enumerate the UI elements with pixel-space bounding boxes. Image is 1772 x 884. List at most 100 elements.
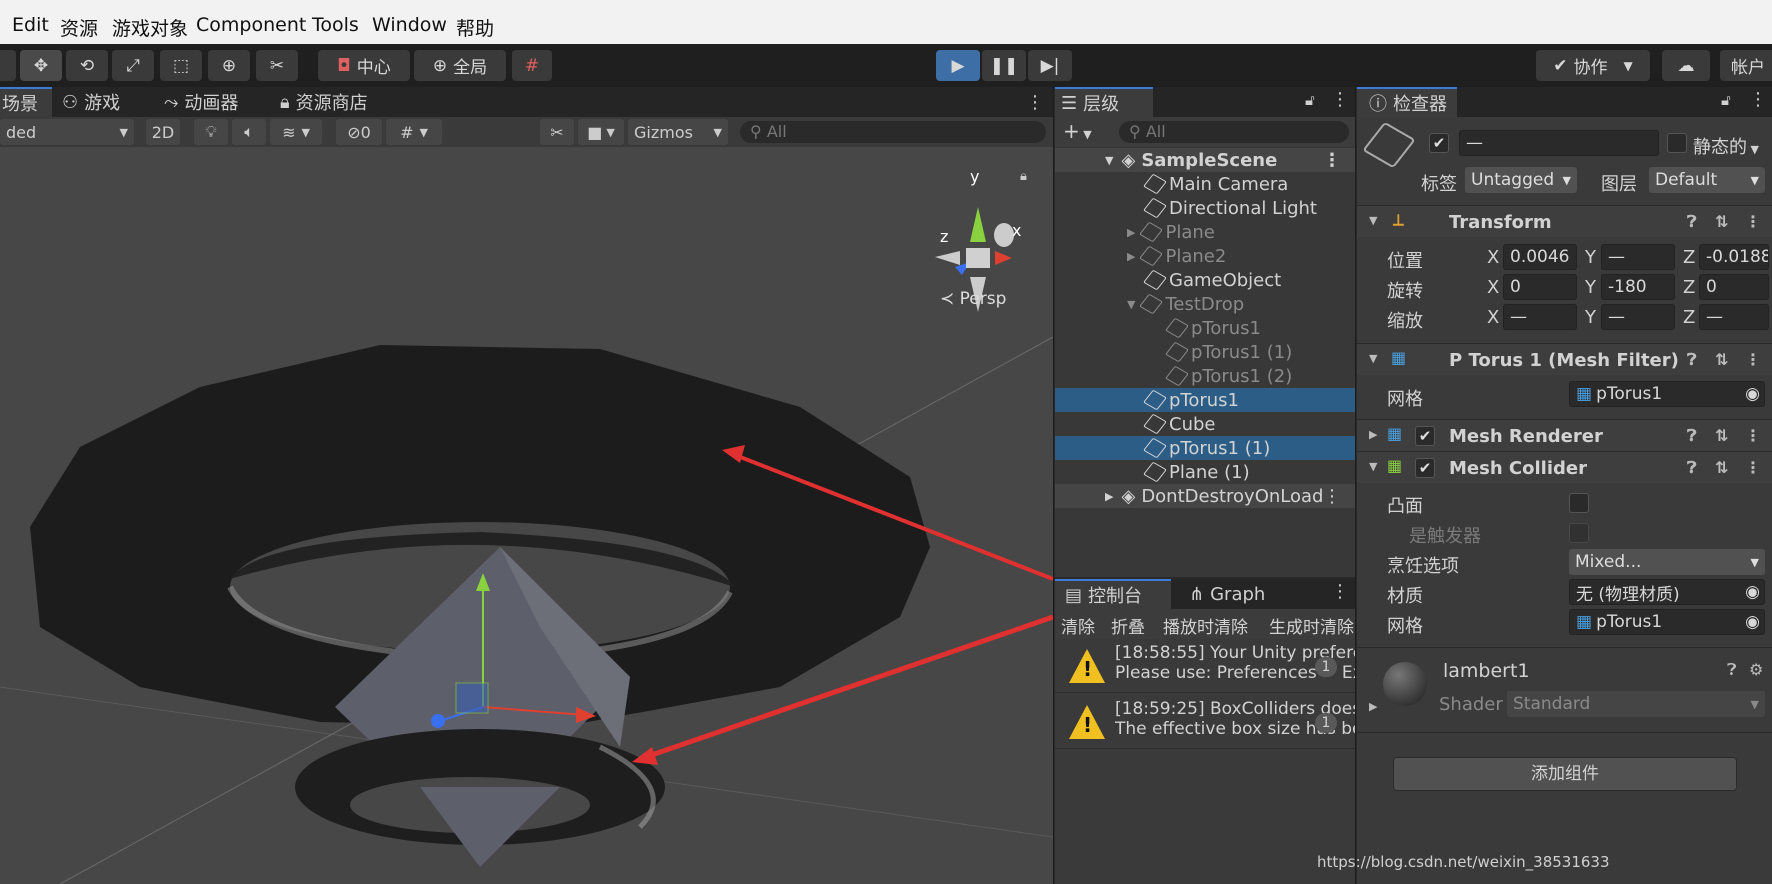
cloud-button[interactable]: ☁ <box>1662 50 1710 81</box>
help-icon[interactable]: ❓︎ <box>1687 212 1697 232</box>
list-item[interactable]: ▼ TestDrop <box>1055 292 1355 316</box>
add-component-button[interactable]: 添加组件 <box>1393 757 1737 791</box>
tab-scene[interactable]: 场景 <box>0 87 52 117</box>
kebab-icon[interactable]: ⋮ <box>1745 350 1761 369</box>
physic-material-field[interactable]: 无 (物理材质) ◉ <box>1569 579 1765 605</box>
list-item[interactable]: pTorus1 (1) <box>1055 340 1355 364</box>
add-object-button[interactable]: + ▼ <box>1063 119 1092 143</box>
tag-dropdown[interactable]: Untagged ▼ <box>1465 167 1577 193</box>
help-icon[interactable]: ❓︎ <box>1687 426 1697 446</box>
collapse-button[interactable]: 折叠 <box>1111 613 1145 638</box>
menu-edit[interactable]: Edit <box>12 14 49 36</box>
lock-icon[interactable]: 🔓︎ <box>1721 91 1731 109</box>
mesh-renderer-header[interactable]: ▶ ▦ ✔ Mesh Renderer ❓︎ ⇅ ⋮ <box>1357 419 1772 451</box>
camera-dropdown[interactable]: ■ ▼ <box>578 119 624 145</box>
kebab-icon[interactable]: ⋮ <box>1745 212 1761 231</box>
scene-viewport[interactable]: y x z 🔒︎ ≺ Persp <box>0 147 1053 884</box>
scene-root-row[interactable]: ▼ ◈ SampleScene ⋮ <box>1055 148 1355 172</box>
name-field[interactable]: — <box>1459 130 1659 156</box>
mesh-renderer-enabled-checkbox[interactable]: ✔ <box>1415 426 1435 446</box>
help-icon[interactable]: ❓︎ <box>1727 660 1737 680</box>
kebab-icon[interactable]: ⋮ <box>1323 485 1341 507</box>
custom-tool-button[interactable]: ✂ <box>256 50 298 81</box>
tab-inspector[interactable]: ⓘ 检查器 <box>1357 87 1457 117</box>
menu-component[interactable]: Component <box>196 14 306 36</box>
kebab-icon[interactable]: ⋮ <box>1331 89 1349 110</box>
pivot-toggle[interactable]: ◘ 中心 <box>318 50 410 81</box>
tab-asset-store[interactable]: 🔒︎ 资源商店 <box>280 87 368 117</box>
list-item[interactable]: pTorus1 (1) <box>1055 436 1355 460</box>
menu-assets[interactable]: 资源 <box>60 14 98 41</box>
presets-icon[interactable]: ⇅ <box>1715 426 1728 445</box>
scene-search-input[interactable]: ⚲ All <box>740 121 1046 143</box>
list-item[interactable]: pTorus1 <box>1055 316 1355 340</box>
target-icon[interactable]: ◉ <box>1745 582 1760 602</box>
hand-tool-button[interactable] <box>0 50 16 81</box>
list-item[interactable]: ▶ Plane2 <box>1055 244 1355 268</box>
clear-button[interactable]: 清除 <box>1061 613 1095 638</box>
gizmos-dropdown[interactable]: Gizmos ▼ <box>628 119 728 145</box>
menu-gameobject[interactable]: 游戏对象 <box>112 14 188 41</box>
kebab-icon[interactable]: ⋮ <box>1331 581 1349 602</box>
position-z-field[interactable]: -0.0188 <box>1699 244 1769 270</box>
scene-menu-button[interactable]: ⋮ <box>1026 87 1044 117</box>
lock-icon[interactable]: 🔒︎ <box>1020 169 1027 184</box>
convex-checkbox[interactable] <box>1569 493 1589 513</box>
audio-toggle[interactable]: 🔈︎ <box>232 119 266 145</box>
persp-label[interactable]: ≺ Persp <box>940 289 1006 309</box>
mesh-filter-header[interactable]: ▼ ▦ P Torus 1 (Mesh Filter) ❓︎ ⇅ ⋮ <box>1357 343 1772 375</box>
target-icon[interactable]: ◉ <box>1745 384 1760 404</box>
kebab-icon[interactable]: ⋮ <box>1745 426 1761 445</box>
mesh-collider-enabled-checkbox[interactable]: ✔ <box>1415 458 1435 478</box>
mesh-collider-header[interactable]: ▼ ▦ ✔ Mesh Collider ❓︎ ⇅ ⋮ <box>1357 451 1772 483</box>
list-item[interactable]: GameObject <box>1055 268 1355 292</box>
scale-tool-button[interactable]: ⤢ <box>112 50 154 81</box>
snap-toggle[interactable]: # <box>512 50 552 81</box>
list-item[interactable]: Main Camera <box>1055 172 1355 196</box>
global-toggle[interactable]: ⊕ 全局 <box>414 50 506 81</box>
clear-on-build-button[interactable]: 生成时清除 <box>1269 613 1354 638</box>
help-icon[interactable]: ❓︎ <box>1687 458 1697 478</box>
rotate-tool-button[interactable]: ⟲ <box>66 50 108 81</box>
dontdestroy-row[interactable]: ▶ ◈ DontDestroyOnLoad ⋮ <box>1055 484 1355 508</box>
presets-icon[interactable]: ⇅ <box>1715 212 1728 231</box>
scale-x-field[interactable]: — <box>1503 304 1577 330</box>
menu-window[interactable]: Window <box>372 14 447 36</box>
help-icon[interactable]: ❓︎ <box>1687 350 1697 370</box>
collider-mesh-field[interactable]: ▦ pTorus1 ◉ <box>1569 609 1765 635</box>
step-button[interactable]: ▶| <box>1028 50 1072 81</box>
presets-icon[interactable]: ⇅ <box>1715 458 1728 477</box>
effects-dropdown[interactable]: ≋ ▼ <box>270 119 322 145</box>
kebab-icon[interactable]: ⋮ <box>1749 89 1767 110</box>
trigger-checkbox[interactable] <box>1569 523 1589 543</box>
mode-2d-toggle[interactable]: 2D <box>146 119 180 145</box>
rotation-y-field[interactable]: -180 <box>1601 274 1675 300</box>
log-entry[interactable]: [18:58:55] Your Unity preferences Please… <box>1055 639 1355 693</box>
list-item[interactable]: ▶ Plane <box>1055 220 1355 244</box>
tab-game[interactable]: ⚇ 游戏 <box>62 87 120 117</box>
material-section[interactable]: ▶ lambert1 Shader Standard ▼ ❓︎ ⚙ <box>1357 647 1772 733</box>
rect-tool-button[interactable]: ⬚ <box>160 50 202 81</box>
shader-dropdown[interactable]: Standard ▼ <box>1507 691 1765 717</box>
list-item[interactable]: pTorus1 <box>1055 388 1355 412</box>
log-entry[interactable]: [18:59:25] BoxColliders does n The effec… <box>1055 695 1355 749</box>
lock-icon[interactable]: 🔓︎ <box>1305 91 1315 109</box>
clear-on-play-button[interactable]: 播放时清除 <box>1163 613 1248 638</box>
shading-mode-dropdown[interactable]: ded ▼ <box>0 119 134 145</box>
static-label[interactable]: 静态的 ▼ <box>1693 133 1759 159</box>
static-checkbox[interactable] <box>1667 133 1687 153</box>
tab-hierarchy[interactable]: ☰ 层级 <box>1055 87 1153 117</box>
target-icon[interactable]: ◉ <box>1745 612 1760 632</box>
lighting-toggle[interactable]: 💡︎ <box>194 119 228 145</box>
scale-z-field[interactable]: — <box>1699 304 1769 330</box>
layer-dropdown[interactable]: Default ▼ <box>1649 167 1765 193</box>
rotation-z-field[interactable]: 0 <box>1699 274 1769 300</box>
hidden-objects-toggle[interactable]: ⊘ 0 <box>336 119 382 145</box>
scale-y-field[interactable]: — <box>1601 304 1675 330</box>
transform-header[interactable]: ▼ ⟂ Transform ❓︎ ⇅ ⋮ <box>1357 205 1772 237</box>
gear-icon[interactable]: ⚙ <box>1749 660 1763 679</box>
kebab-icon[interactable]: ⋮ <box>1323 150 1341 171</box>
mesh-object-field[interactable]: ▦ pTorus1 ◉ <box>1569 381 1765 407</box>
menu-tools[interactable]: Tools <box>312 14 359 36</box>
rotation-x-field[interactable]: 0 <box>1503 274 1577 300</box>
